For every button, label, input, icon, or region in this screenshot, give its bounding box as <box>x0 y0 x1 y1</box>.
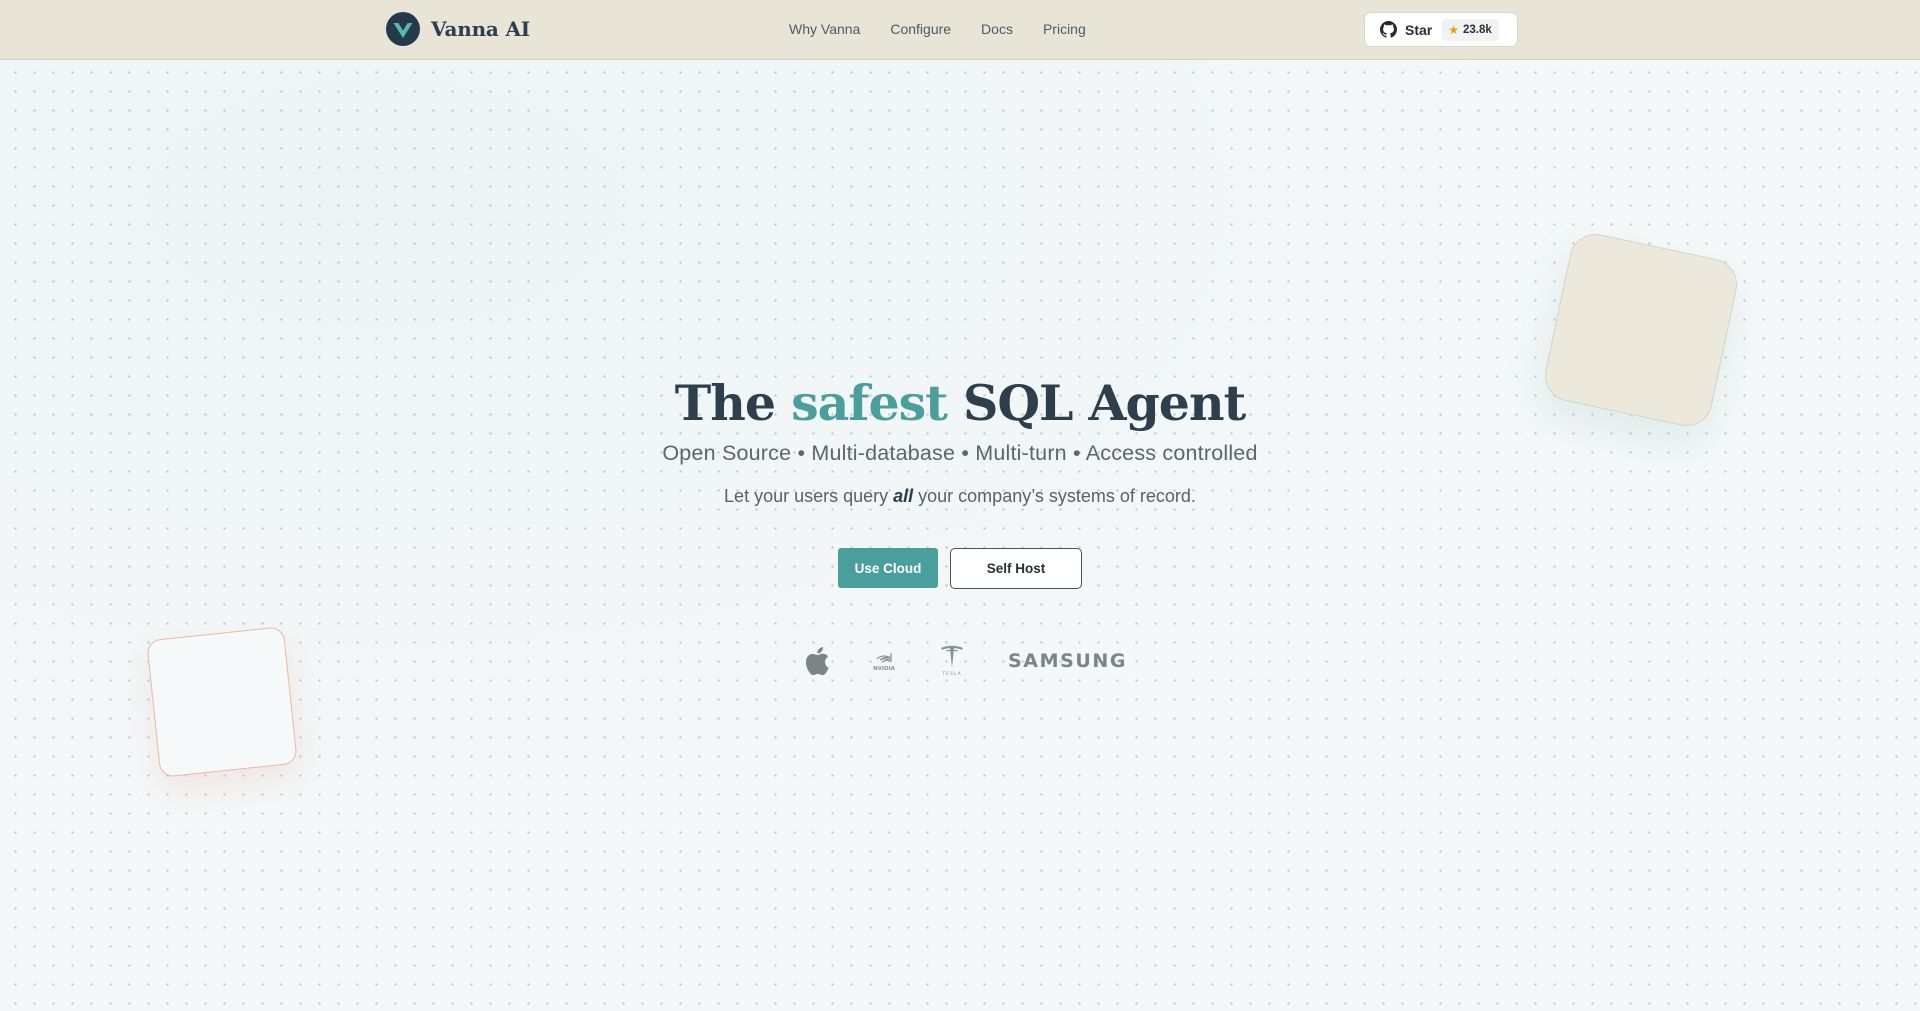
github-icon <box>1380 21 1397 38</box>
tagline-suffix: your company’s systems of record. <box>913 486 1196 506</box>
nav-link-pricing[interactable]: Pricing <box>1043 19 1086 39</box>
hero-feature-list: Open Source • Multi-database • Multi-tur… <box>662 441 1258 465</box>
nav-link-why-vanna[interactable]: Why Vanna <box>789 19 860 39</box>
tagline-emphasis: all <box>893 486 914 506</box>
hero-title-suffix: SQL Agent <box>946 374 1246 432</box>
brand-home-link[interactable]: Vanna AI <box>386 12 530 46</box>
tesla-label: TESLA <box>941 671 961 677</box>
nvidia-icon: NVIDIA <box>873 653 896 672</box>
tesla-icon: TESLA <box>941 645 963 677</box>
self-host-button[interactable]: Self Host <box>950 548 1082 589</box>
hero-title-accent: safest <box>791 374 948 432</box>
hero-tagline: Let your users query all your company’s … <box>0 483 1920 509</box>
hero-title-prefix: The <box>674 374 792 432</box>
github-star-label: Star <box>1405 21 1433 38</box>
top-navigation-bar: Vanna AI Why Vanna Configure Docs Pricin… <box>0 0 1920 60</box>
github-star-button[interactable]: Star ★ 23.8k <box>1364 12 1518 47</box>
brand-name: Vanna AI <box>431 17 530 41</box>
samsung-wordmark: SAMSUNG <box>1008 650 1128 672</box>
use-cloud-button[interactable]: Use Cloud <box>838 548 938 588</box>
main-nav: Why Vanna Configure Docs Pricing <box>789 19 1086 39</box>
github-star-count-badge: ★ 23.8k <box>1442 18 1499 41</box>
hero-title: The safest SQL Agent <box>0 370 1920 436</box>
star-icon: ★ <box>1448 22 1459 37</box>
vanna-logo-icon <box>386 12 420 46</box>
apple-icon <box>805 647 829 676</box>
nav-link-configure[interactable]: Configure <box>890 19 951 39</box>
customer-logos: NVIDIA TESLA SAMSUNG <box>0 640 1920 680</box>
nvidia-label: NVIDIA <box>873 666 896 672</box>
tagline-prefix: Let your users query <box>724 486 894 506</box>
github-star-count: 23.8k <box>1463 23 1492 36</box>
nav-link-docs[interactable]: Docs <box>981 19 1013 39</box>
